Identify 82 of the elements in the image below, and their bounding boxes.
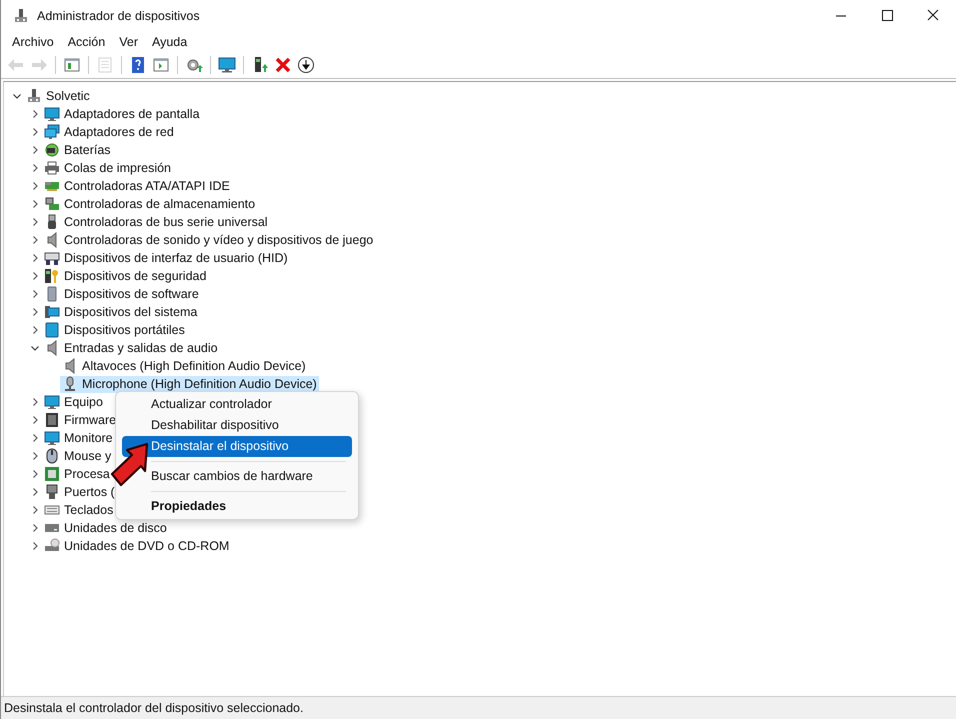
tree-item[interactable]: Firmware (42, 412, 118, 428)
tree-item[interactable]: Procesa (42, 466, 112, 482)
tree-item[interactable]: Controladoras de almacenamiento (42, 196, 258, 212)
computer-icon (26, 88, 42, 104)
tree-item[interactable]: Monitore (42, 430, 115, 446)
tree-item[interactable]: Controladoras ATA/ATAPI IDE (42, 178, 232, 194)
chevron-right-icon[interactable] (30, 235, 40, 245)
printer-icon (44, 160, 60, 176)
menu-item[interactable]: Archivo (5, 33, 61, 51)
chip-icon (44, 412, 60, 428)
window-title: Administrador de dispositivos (37, 9, 200, 23)
chevron-down-icon[interactable] (12, 91, 22, 101)
computer-icon (13, 8, 29, 24)
mouse-icon (44, 448, 60, 464)
disc-drive-icon (44, 538, 60, 554)
tree-item[interactable]: Solvetic (24, 88, 92, 104)
processor-icon (44, 466, 60, 482)
menu-item[interactable]: Ver (112, 33, 145, 51)
tree-item[interactable]: Controladoras de sonido y vídeo y dispositivos de juego (42, 232, 376, 248)
context-menu-item[interactable]: Desinstalar el dispositivo (122, 436, 352, 457)
monitor-icon (44, 106, 60, 122)
pointer-arrow-icon (109, 441, 149, 489)
chevron-right-icon[interactable] (30, 451, 40, 461)
chevron-right-icon[interactable] (30, 487, 40, 497)
network-icon (44, 124, 60, 140)
tree-item[interactable]: Controladoras de bus serie universal (42, 214, 270, 230)
tree-item[interactable]: Adaptadores de pantalla (42, 106, 202, 122)
monitor-icon (44, 394, 60, 410)
chevron-right-icon[interactable] (30, 109, 40, 119)
microphone-icon (62, 376, 78, 392)
monitor-icon[interactable] (217, 55, 237, 75)
tree-item[interactable]: Puertos ( (42, 484, 117, 500)
tree-item[interactable]: Adaptadores de red (42, 124, 176, 140)
chevron-right-icon[interactable] (30, 505, 40, 515)
key-icon (44, 268, 60, 284)
chevron-right-icon[interactable] (30, 163, 40, 173)
storage-icon (44, 196, 60, 212)
chevron-down-icon[interactable] (30, 343, 40, 353)
tree-item[interactable]: Unidades de disco (42, 520, 169, 536)
tree-item[interactable]: Dispositivos de seguridad (42, 268, 208, 284)
tree-item[interactable]: Dispositivos del sistema (42, 304, 200, 320)
tree-item[interactable]: Altavoces (High Definition Audio Device) (60, 358, 308, 374)
tree-item[interactable]: Equipo (42, 394, 105, 410)
chevron-right-icon[interactable] (30, 325, 40, 335)
chevron-right-icon[interactable] (30, 307, 40, 317)
menu-item[interactable]: Acción (60, 33, 112, 51)
chevron-right-icon[interactable] (30, 199, 40, 209)
menu-item[interactable]: Ayuda (144, 33, 194, 51)
chevron-right-icon[interactable] (30, 181, 40, 191)
chevron-right-icon[interactable] (30, 433, 40, 443)
chevron-right-icon[interactable] (30, 289, 40, 299)
tree-item[interactable]: Mouse y (42, 448, 114, 464)
chevron-right-icon[interactable] (30, 523, 40, 533)
chevron-right-icon[interactable] (30, 127, 40, 137)
tree-item[interactable]: Dispositivos de interfaz de usuario (HID) (42, 250, 290, 266)
context-menu-item[interactable]: Propiedades (147, 496, 352, 517)
tree-item[interactable]: Baterías (42, 142, 113, 158)
monitor-icon (44, 430, 60, 446)
tree-item[interactable]: Dispositivos portátiles (42, 322, 187, 338)
chevron-right-icon[interactable] (30, 541, 40, 551)
chevron-right-icon[interactable] (30, 145, 40, 155)
tree-item[interactable]: Dispositivos de software (42, 286, 201, 302)
status-text: Desinstala el controlador del dispositivo seleccionado. (4, 701, 304, 715)
context-menu-item[interactable]: Buscar cambios de hardware (147, 466, 352, 487)
chevron-right-icon[interactable] (30, 397, 40, 407)
tree-item[interactable]: Colas de impresión (42, 160, 173, 176)
battery-icon (44, 142, 60, 158)
context-menu-item[interactable]: Actualizar controlador (147, 394, 352, 415)
chevron-right-icon[interactable] (30, 217, 40, 227)
chevron-right-icon[interactable] (30, 253, 40, 263)
tree-item[interactable]: Entradas y salidas de audio (42, 340, 220, 356)
port-icon (44, 484, 60, 500)
tree-item[interactable]: Teclados (42, 502, 116, 518)
context-menu-item[interactable]: Deshabilitar dispositivo (147, 415, 352, 436)
tree-item[interactable]: Microphone (High Definition Audio Device) (60, 376, 319, 392)
tree-item[interactable]: Unidades de DVD o CD-ROM (42, 538, 232, 554)
chevron-right-icon[interactable] (30, 415, 40, 425)
chevron-right-icon[interactable] (30, 271, 40, 281)
monitor-icon (44, 304, 60, 320)
chevron-right-icon[interactable] (30, 469, 40, 479)
tablet-icon (44, 322, 60, 338)
close-icon[interactable] (273, 55, 293, 75)
